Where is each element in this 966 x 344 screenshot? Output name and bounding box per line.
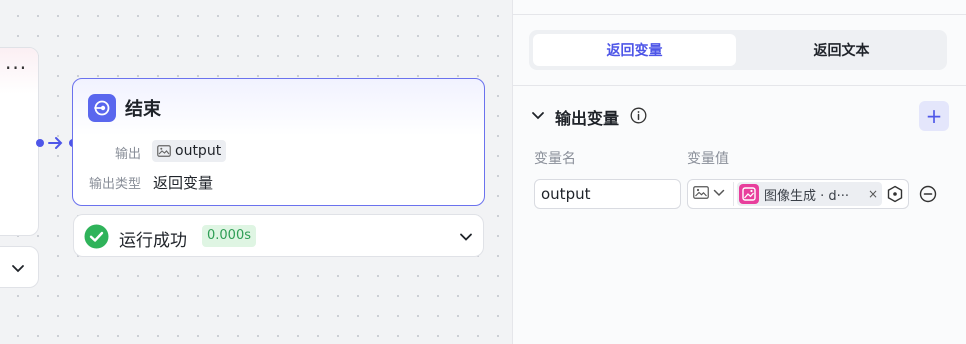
output-type-value: 返回变量 xyxy=(153,174,214,192)
end-node-title: 结束 xyxy=(125,99,161,120)
chevron-down-icon[interactable] xyxy=(459,230,473,244)
add-variable-button[interactable]: + xyxy=(919,101,949,131)
variable-value-field[interactable]: 图像生成 · d··· × xyxy=(687,179,909,209)
run-status-bar[interactable]: 运行成功 0.000s xyxy=(73,214,484,257)
image-generation-icon xyxy=(739,184,759,204)
return-mode-tabs: 返回变量 返回文本 xyxy=(529,30,947,70)
chevron-down-icon[interactable] xyxy=(11,261,25,275)
run-status-text: 运行成功 xyxy=(119,231,187,251)
previous-node[interactable]: ··· xyxy=(0,47,39,236)
value-type-select[interactable] xyxy=(693,186,725,199)
column-header-name: 变量名 xyxy=(534,151,576,167)
remove-reference-icon[interactable]: × xyxy=(868,187,878,201)
image-icon xyxy=(693,186,709,199)
output-type-label: 输出类型 xyxy=(88,177,141,192)
more-options-icon[interactable]: ··· xyxy=(5,56,27,80)
chevron-down-icon[interactable] xyxy=(531,110,545,122)
variable-name-input[interactable] xyxy=(534,179,681,209)
chevron-down-icon xyxy=(713,189,725,196)
image-icon xyxy=(157,145,171,157)
section-title: 输出变量 xyxy=(555,109,620,128)
end-node[interactable]: 结束 输出 output 输出类型 返回变量 xyxy=(72,78,485,206)
success-check-icon xyxy=(84,224,109,249)
output-label: 输出 xyxy=(114,147,141,162)
run-time-badge: 0.000s xyxy=(202,225,256,247)
node-config-panel: 返回变量 返回文本 输出变量 + 变量名 变量值 output 图像生成 · d… xyxy=(512,0,966,344)
end-node-icon xyxy=(88,94,116,122)
workflow-canvas[interactable]: ··· 结束 输出 output 输出类型 返回变量 运行成功 0.000s xyxy=(0,0,512,344)
variable-reference-label: 图像生成 · d··· xyxy=(764,188,850,204)
previous-node-status[interactable] xyxy=(0,246,39,288)
panel-header-divider xyxy=(513,14,966,15)
variable-reference-chip[interactable]: 图像生成 · d··· × xyxy=(737,182,882,206)
output-chip-label: output xyxy=(175,143,222,159)
value-field-separator xyxy=(733,182,734,206)
tab-return-variable[interactable]: 返回变量 xyxy=(533,34,736,66)
panel-divider xyxy=(513,85,966,86)
column-header-value: 变量值 xyxy=(687,151,729,167)
variable-picker-icon[interactable] xyxy=(886,185,904,203)
tab-return-text[interactable]: 返回文本 xyxy=(740,34,943,66)
info-icon[interactable] xyxy=(630,107,647,124)
output-chip: output xyxy=(152,140,227,162)
remove-row-icon[interactable] xyxy=(919,185,937,203)
